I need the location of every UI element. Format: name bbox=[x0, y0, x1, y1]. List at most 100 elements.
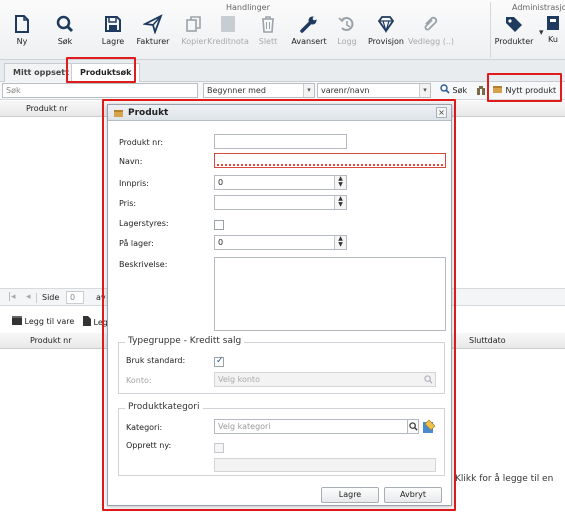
new-button-label: Ny bbox=[16, 37, 28, 46]
previous-page-icon[interactable]: ◂ bbox=[26, 292, 31, 302]
search-input[interactable]: Søk bbox=[2, 83, 198, 98]
new-category-field[interactable] bbox=[214, 458, 436, 472]
search-icon[interactable] bbox=[424, 375, 433, 384]
navn-label: Navn: bbox=[119, 157, 143, 166]
spinner-icon[interactable]: ▲ ▼ bbox=[334, 196, 346, 209]
credit-note-button[interactable]: Kreditnota bbox=[206, 14, 250, 58]
customer-card-icon bbox=[547, 16, 559, 30]
search-field-select[interactable]: varenr/navn ▾ bbox=[317, 83, 431, 98]
search-button-label: Søk bbox=[57, 37, 73, 46]
diamond-icon bbox=[377, 16, 395, 34]
save-icon bbox=[105, 16, 121, 32]
highlight-produktsok-tab bbox=[66, 57, 136, 83]
pris-field[interactable]: ▲ ▼ bbox=[214, 195, 347, 210]
chevron-down-icon: ▾ bbox=[419, 84, 430, 97]
credit-note-icon bbox=[221, 16, 235, 32]
commission-button[interactable]: Provisjon bbox=[364, 14, 408, 58]
log-button[interactable]: Logg bbox=[325, 14, 369, 58]
match-mode-value: Begynner med bbox=[207, 86, 266, 95]
search-icon bbox=[409, 422, 418, 431]
product-dialog: Produkt × Produkt nr: Navn: Innpris: 0 ▲… bbox=[107, 104, 452, 506]
empty-grid-hint[interactable]: Klikk for å legge til en bbox=[455, 474, 553, 484]
chevron-down-icon: ▾ bbox=[303, 84, 314, 97]
search-bar: Søk Begynner med ▾ varenr/navn ▾ Søk Nyt… bbox=[0, 82, 565, 100]
invoice-button[interactable]: Fakturer bbox=[131, 14, 175, 58]
save-button[interactable]: Lagre bbox=[91, 14, 135, 58]
kategori-field[interactable]: Velg kategori bbox=[214, 419, 418, 434]
ribbon-toolbar: Handlinger Administrasjo Ny Søk Lagre Fa… bbox=[0, 0, 565, 60]
delete-button-label: Slett bbox=[258, 37, 278, 46]
close-icon[interactable]: × bbox=[436, 107, 447, 118]
column-header-produkt-nr[interactable]: Produkt nr bbox=[26, 104, 68, 113]
log-button-label: Logg bbox=[337, 37, 357, 46]
new-document-icon bbox=[15, 15, 29, 33]
produkt-nr-field[interactable] bbox=[214, 134, 347, 149]
beskrivelse-textarea[interactable] bbox=[214, 257, 446, 331]
edit-category-button[interactable] bbox=[422, 419, 436, 434]
konto-label: Konto: bbox=[126, 376, 152, 385]
navn-field[interactable] bbox=[214, 153, 446, 168]
spinner-icon[interactable]: ▲ ▼ bbox=[334, 236, 346, 249]
binoculars-icon[interactable] bbox=[476, 85, 486, 96]
konto-placeholder: Velg konto bbox=[218, 375, 260, 384]
opprett-ny-checkbox[interactable] bbox=[214, 443, 224, 453]
pa-lager-value: 0 bbox=[218, 238, 224, 247]
lagerstyres-checkbox[interactable] bbox=[214, 220, 224, 230]
innpris-field[interactable]: 0 ▲ ▼ bbox=[214, 175, 347, 190]
produktkategori-legend: Produktkategori bbox=[125, 402, 203, 412]
history-icon bbox=[338, 17, 354, 31]
save-button[interactable]: Lagre bbox=[321, 487, 379, 503]
products-button[interactable]: Produkter bbox=[492, 14, 536, 58]
cancel-button[interactable]: Avbryt bbox=[384, 487, 442, 503]
group-title-handlinger: Handlinger bbox=[226, 3, 270, 12]
page-label: Side bbox=[42, 293, 60, 302]
highlight-new-product-button bbox=[487, 73, 562, 102]
pa-lager-field[interactable]: 0 ▲ ▼ bbox=[214, 235, 347, 250]
kategori-placeholder: Velg kategori bbox=[218, 422, 271, 431]
spinner-icon[interactable]: ▲ ▼ bbox=[334, 176, 346, 189]
innpris-value: 0 bbox=[218, 178, 224, 187]
group-title-administrasjon: Administrasjo bbox=[512, 3, 565, 12]
add-item-button[interactable]: Legg til vare bbox=[12, 316, 74, 326]
bruk-standard-label: Bruk standard: bbox=[126, 356, 186, 365]
new-button[interactable]: Ny bbox=[0, 14, 44, 58]
innpris-label: Innpris: bbox=[119, 179, 149, 188]
paperclip-icon bbox=[424, 16, 438, 31]
commission-button-label: Provisjon bbox=[367, 37, 404, 46]
dialog-title: Produkt bbox=[128, 108, 169, 118]
customers-button[interactable]: Ku bbox=[541, 14, 565, 58]
dialog-title-bar: Produkt × bbox=[108, 105, 451, 121]
ribbon-group-divider bbox=[490, 2, 491, 58]
item-icon bbox=[12, 316, 22, 325]
copy-icon bbox=[186, 16, 201, 32]
search-icon bbox=[56, 15, 74, 33]
pris-label: Pris: bbox=[119, 199, 137, 208]
kategori-label: Kategori: bbox=[126, 423, 163, 432]
delete-button[interactable]: Slett bbox=[246, 14, 290, 58]
search-button[interactable]: Søk bbox=[43, 14, 87, 58]
attachment-button[interactable]: Vedlegg (..) bbox=[408, 14, 454, 58]
validation-underline bbox=[217, 164, 443, 166]
typegruppe-legend: Typegruppe - Kreditt salg bbox=[125, 336, 245, 346]
pager-divider bbox=[36, 293, 37, 303]
lagerstyres-label: Lagerstyres: bbox=[119, 219, 169, 228]
column-header-produkt-nr[interactable]: Produkt nr bbox=[30, 336, 72, 345]
beskrivelse-label: Beskrivelse: bbox=[119, 260, 168, 269]
search-field-value: varenr/navn bbox=[321, 86, 370, 95]
bruk-standard-checkbox[interactable] bbox=[214, 356, 224, 367]
page-number-input[interactable]: 0 bbox=[66, 291, 84, 304]
product-box-icon bbox=[114, 110, 123, 117]
first-page-icon[interactable]: |◂ bbox=[8, 292, 16, 302]
trash-icon bbox=[262, 16, 274, 33]
send-icon bbox=[143, 14, 163, 34]
konto-field[interactable]: Velg konto bbox=[214, 372, 436, 387]
produkt-nr-label: Produkt nr: bbox=[119, 138, 164, 147]
document-icon bbox=[83, 316, 91, 326]
search-icon bbox=[440, 84, 450, 94]
customers-button-label: Ku bbox=[548, 35, 558, 44]
search-execute-button[interactable]: Søk bbox=[440, 84, 467, 95]
column-header-sluttdato[interactable]: Sluttdato bbox=[469, 336, 506, 345]
kategori-search-button[interactable] bbox=[407, 419, 419, 434]
match-mode-select[interactable]: Begynner med ▾ bbox=[203, 83, 315, 98]
invoice-button-label: Fakturer bbox=[136, 37, 170, 46]
